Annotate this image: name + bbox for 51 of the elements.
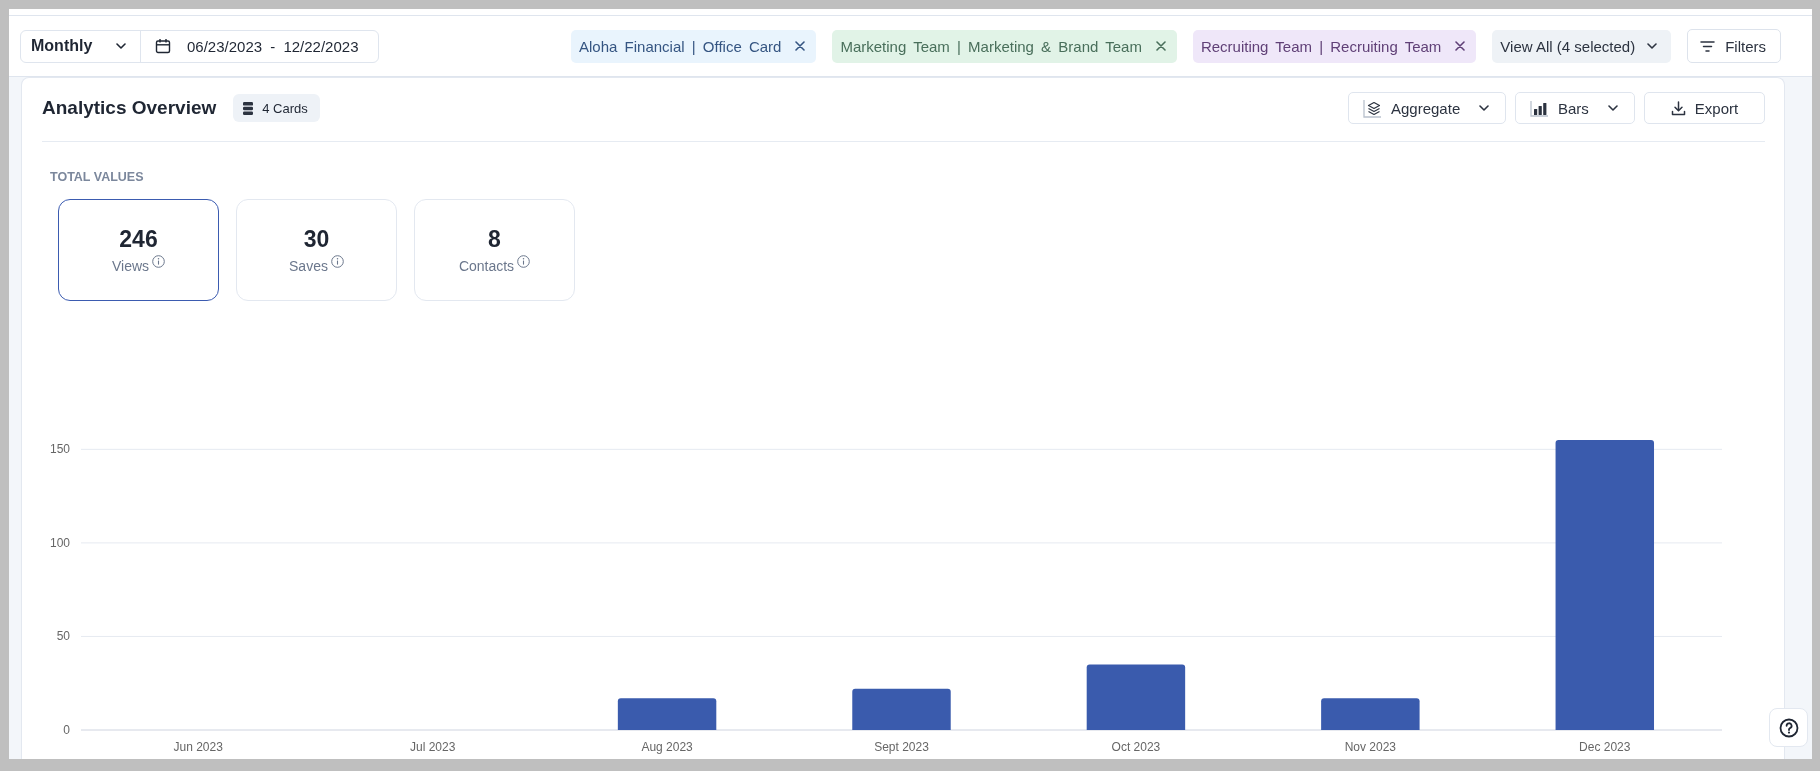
chip-label: Recruiting Team | Recruiting Team (1200, 37, 1442, 55)
view-all-dropdown[interactable]: View All (4 selected) (1492, 29, 1672, 63)
export-button[interactable]: Export (1644, 92, 1765, 124)
panel-title: Analytics Overview (42, 97, 217, 119)
chip-label: Marketing Team | Marketing & Brand Team (840, 37, 1142, 55)
info-icon (330, 255, 344, 268)
cards-count-label: 4 Cards (262, 100, 308, 116)
info-icon (517, 255, 531, 268)
metric-label: Views (111, 258, 150, 274)
metric-card[interactable]: 246 Views (58, 199, 219, 301)
chart-type-dropdown[interactable]: Bars (1515, 92, 1635, 124)
chevron-down-icon (116, 43, 126, 49)
metric-value: 246 (119, 226, 158, 252)
x-axis-label: Oct 2023 (1111, 740, 1161, 754)
stack-icon (243, 101, 254, 115)
close-icon[interactable] (795, 41, 806, 51)
close-icon[interactable] (1455, 41, 1466, 51)
chevron-down-icon (1647, 43, 1658, 49)
help-icon (1778, 717, 1799, 738)
filter-icon (1700, 40, 1716, 52)
info-icon (152, 255, 166, 268)
close-icon[interactable] (1155, 41, 1166, 51)
download-icon (1670, 100, 1686, 116)
x-axis-label: Jul 2023 (409, 740, 456, 754)
metric-value: 30 (303, 226, 330, 252)
layers-icon (1363, 98, 1382, 118)
chevron-down-icon (1608, 105, 1618, 111)
aggregate-dropdown[interactable]: Aggregate (1348, 92, 1506, 124)
metric-card[interactable]: 8 Contacts (414, 199, 575, 301)
x-axis-label: Aug 2023 (641, 740, 693, 754)
x-axis-label: Sept 2023 (874, 740, 929, 754)
calendar-icon (155, 38, 171, 54)
help-button[interactable] (1769, 708, 1808, 747)
x-axis-label: Jun 2023 (173, 740, 223, 754)
y-axis-label: 100 (49, 535, 70, 550)
filters-button[interactable]: Filters (1687, 29, 1781, 63)
y-axis-label: 0 (63, 723, 70, 737)
period-dropdown[interactable]: Monthly (21, 30, 141, 62)
metric-label: Saves (289, 258, 328, 274)
metric-value: 8 (488, 226, 501, 252)
x-axis-label: Nov 2023 (1344, 740, 1397, 754)
chip-label: Aloha Financial | Office Card (579, 37, 782, 55)
metric-label: Contacts (458, 258, 515, 274)
date-range-picker[interactable]: 06/23/2023 - 12/22/2023 (141, 30, 379, 62)
chevron-down-icon (1479, 105, 1489, 111)
y-axis-label: 50 (56, 629, 70, 644)
section-label: TOTAL VALUES (50, 170, 144, 184)
metric-card[interactable]: 30 Saves (236, 199, 397, 301)
y-axis-label: 150 (49, 442, 70, 457)
bar-chart-icon (1530, 99, 1549, 117)
x-axis-label: Dec 2023 (1579, 740, 1631, 754)
